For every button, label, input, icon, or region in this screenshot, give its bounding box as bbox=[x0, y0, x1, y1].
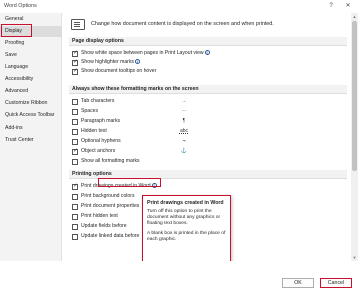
sidebar-item-quick-access-toolbar[interactable]: Quick Access Toolbar bbox=[0, 110, 62, 121]
sidebar-item-label: Accessibility bbox=[5, 76, 34, 82]
checkbox[interactable] bbox=[72, 203, 78, 210]
sidebar-item-label: Proofing bbox=[5, 40, 25, 46]
option-object-anchors[interactable]: Object anchors ⚓ bbox=[72, 148, 322, 156]
selection-highlight-box bbox=[1, 24, 32, 37]
option-label: Print hidden text bbox=[81, 213, 118, 219]
option-highlight-box bbox=[98, 178, 161, 187]
checkbox[interactable] bbox=[72, 148, 78, 155]
option-label: Paragraph marks bbox=[81, 118, 121, 124]
sidebar-item-advanced[interactable]: Advanced bbox=[0, 86, 62, 97]
option-optional-hyphens[interactable]: Optional hyphens ¬ bbox=[72, 138, 322, 146]
checkbox[interactable] bbox=[72, 158, 78, 165]
sidebar-item-label: Add-ins bbox=[5, 125, 23, 131]
option-tab-characters[interactable]: Tab characters → bbox=[72, 98, 322, 106]
help-button[interactable]: ? bbox=[326, 2, 336, 10]
space-dots-icon: ··· bbox=[181, 108, 187, 114]
section-heading-formatting-marks: Always show these formatting marks on th… bbox=[69, 85, 347, 94]
checkbox[interactable] bbox=[72, 223, 78, 230]
checkbox[interactable] bbox=[72, 128, 78, 135]
checkbox[interactable] bbox=[72, 213, 78, 220]
sidebar: General Display Proofing Save Language A… bbox=[0, 13, 62, 261]
info-icon[interactable]: i bbox=[204, 50, 210, 55]
dialog-footer: OK Cancel bbox=[0, 261, 358, 291]
checkbox[interactable] bbox=[72, 183, 78, 190]
sidebar-item-label: General bbox=[5, 16, 24, 22]
option-label: Spaces bbox=[81, 108, 98, 114]
tooltip-title: Print drawings created in Word bbox=[147, 200, 224, 206]
checkbox[interactable] bbox=[72, 118, 78, 125]
option-label: Tab characters bbox=[81, 98, 115, 104]
sidebar-item-label: Customize Ribbon bbox=[5, 100, 48, 106]
checkbox[interactable] bbox=[72, 68, 78, 75]
option-label: Show all formatting marks bbox=[81, 158, 140, 164]
ok-button[interactable]: OK bbox=[282, 278, 314, 288]
cancel-button[interactable]: Cancel bbox=[320, 278, 352, 288]
scroll-up-icon[interactable]: ▲ bbox=[351, 13, 358, 20]
intro: Change how document content is displayed… bbox=[69, 17, 351, 33]
title-bar: Word Options ? ✕ bbox=[0, 0, 358, 12]
option-paragraph-marks[interactable]: Paragraph marks ¶ bbox=[72, 118, 322, 126]
option-label: Show highlighter marks i bbox=[81, 59, 140, 65]
vertical-scrollbar[interactable]: ▲ ▼ bbox=[351, 13, 358, 261]
option-label: Print background colors bbox=[81, 193, 135, 199]
checkbox[interactable] bbox=[72, 138, 78, 145]
checkbox[interactable] bbox=[72, 193, 78, 200]
sidebar-item-save[interactable]: Save bbox=[0, 50, 62, 61]
option-label: Hidden text bbox=[81, 128, 107, 134]
scroll-down-icon[interactable]: ▼ bbox=[351, 254, 358, 261]
checkbox[interactable] bbox=[72, 59, 78, 66]
option-label: Object anchors bbox=[81, 148, 116, 154]
tooltip-body: Turn off this option to print the docume… bbox=[147, 209, 221, 227]
checkbox[interactable] bbox=[72, 50, 78, 57]
sidebar-item-label: Quick Access Toolbar bbox=[5, 112, 55, 118]
close-button[interactable]: ✕ bbox=[343, 2, 353, 10]
option-show-white-space[interactable]: Show white space between pages in Print … bbox=[72, 50, 322, 58]
option-spaces[interactable]: Spaces ··· bbox=[72, 108, 322, 116]
checkbox[interactable] bbox=[72, 108, 78, 115]
section-heading-page-display: Page display options bbox=[69, 37, 347, 46]
option-show-document-tooltips[interactable]: Show document tooltips on hover bbox=[72, 68, 322, 76]
sidebar-item-label: Trust Center bbox=[5, 137, 34, 143]
sidebar-item-accessibility[interactable]: Accessibility bbox=[0, 74, 62, 85]
option-hidden-text[interactable]: Hidden text abc bbox=[72, 128, 322, 136]
sidebar-item-trust-center[interactable]: Trust Center bbox=[0, 135, 62, 146]
tooltip-note: A blank box is printed in the place of e… bbox=[147, 230, 226, 242]
checkbox[interactable] bbox=[72, 233, 78, 240]
checkbox[interactable] bbox=[72, 98, 78, 105]
sidebar-item-language[interactable]: Language bbox=[0, 62, 62, 73]
sidebar-item-add-ins[interactable]: Add-ins bbox=[0, 123, 62, 134]
option-label: Update fields before bbox=[81, 223, 127, 229]
scroll-thumb[interactable] bbox=[352, 21, 357, 171]
anchor-icon: ⚓ bbox=[180, 148, 188, 154]
tooltip-print-drawings: Print drawings created in Word Turn off … bbox=[142, 195, 231, 270]
info-icon[interactable]: i bbox=[134, 59, 140, 64]
sidebar-item-customize-ribbon[interactable]: Customize Ribbon bbox=[0, 98, 62, 109]
optional-hyphen-icon: ¬ bbox=[182, 138, 186, 144]
display-icon bbox=[71, 19, 85, 30]
sidebar-item-proofing[interactable]: Proofing bbox=[0, 38, 62, 49]
arrow-right-icon: → bbox=[181, 98, 187, 104]
option-label: Show white space between pages in Print … bbox=[81, 50, 210, 56]
sidebar-item-label: Advanced bbox=[5, 88, 29, 94]
option-label: Show document tooltips on hover bbox=[81, 68, 157, 74]
pilcrow-icon: ¶ bbox=[182, 118, 186, 124]
sidebar-item-label: Save bbox=[5, 52, 17, 58]
intro-text: Change how document content is displayed… bbox=[91, 21, 274, 27]
sidebar-item-label: Language bbox=[5, 64, 29, 70]
option-label: Update linked data before bbox=[81, 233, 140, 239]
option-show-all-formatting-marks[interactable]: Show all formatting marks bbox=[72, 158, 322, 166]
hidden-text-icon: abc bbox=[179, 128, 189, 134]
option-show-highlighter-marks[interactable]: Show highlighter marksi bbox=[72, 59, 322, 67]
option-label: Print document properties bbox=[81, 203, 140, 209]
option-label: Optional hyphens bbox=[81, 138, 121, 144]
window-title: Word Options bbox=[4, 3, 37, 9]
